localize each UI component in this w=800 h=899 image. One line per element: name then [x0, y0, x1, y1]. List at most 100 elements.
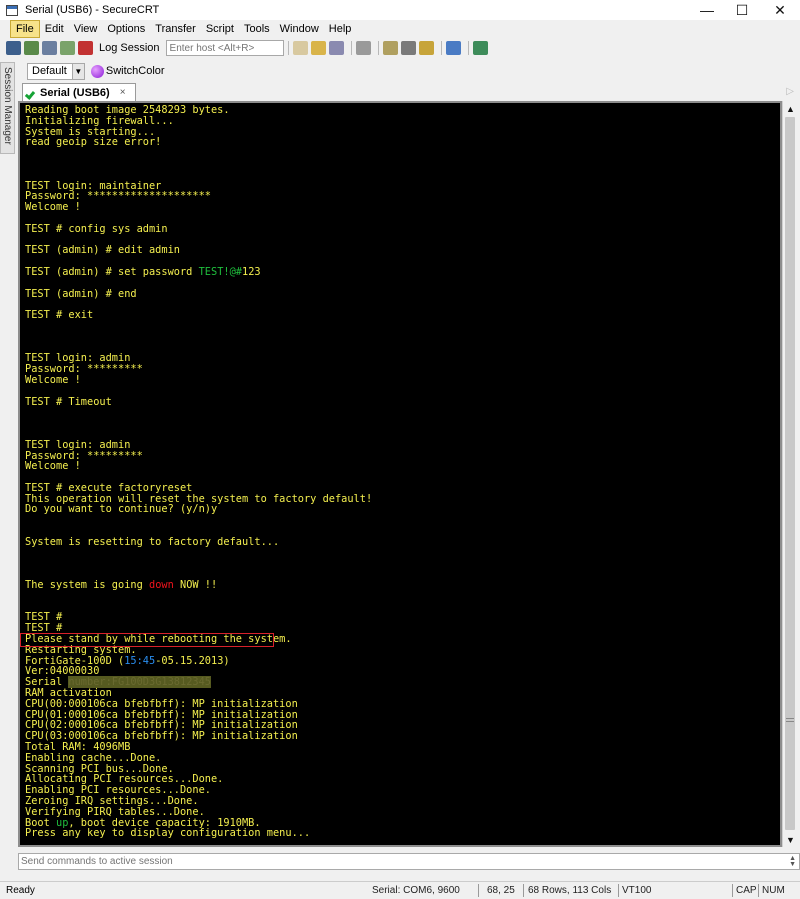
status-bar: Ready Serial: COM6, 9600 68, 25 68 Rows,…	[0, 881, 800, 899]
scroll-up-icon[interactable]: ▲	[786, 104, 795, 114]
disconnect-icon[interactable]	[78, 41, 93, 55]
session-options-icon[interactable]	[382, 41, 398, 55]
terminal-output[interactable]: Reading boot image 2548293 bytes. Initial…	[18, 101, 782, 847]
toolbar-separator	[440, 41, 442, 55]
terminal-line: The system is going down NOW !!	[25, 580, 372, 591]
status-terminal-size: 68 Rows, 113 Cols	[528, 885, 612, 896]
terminal-text: System is resetting to factory default..…	[25, 535, 280, 548]
terminal-text: Welcome !	[25, 373, 81, 386]
switch-color-button[interactable]: SwitchColor	[106, 65, 165, 77]
reconnect-icon[interactable]	[60, 41, 75, 55]
scrollbar-thumb[interactable]	[785, 117, 795, 830]
connect-icon[interactable]	[6, 41, 21, 55]
toolbar-separator	[350, 41, 352, 55]
scroll-down-icon[interactable]: ▼	[786, 835, 795, 845]
terminal-line: TEST # Timeout	[25, 395, 372, 408]
terminal-line: Press any key to display configuration m…	[25, 828, 372, 839]
terminal-text: Do you want to continue? (y/n)y	[25, 503, 218, 516]
menu-help[interactable]: Help	[324, 21, 357, 37]
window-title: Serial (USB6) - SecureCRT	[25, 4, 160, 16]
tab-scroll-icon[interactable]: ▷	[786, 86, 794, 97]
terminal-text: Welcome !	[25, 460, 81, 473]
terminal-line: TEST #	[25, 612, 372, 623]
status-separator	[758, 884, 759, 897]
terminal-lines: Reading boot image 2548293 bytes. Initial…	[25, 105, 372, 847]
status-connection: Serial: COM6, 9600	[372, 885, 460, 896]
status-num: NUM	[762, 885, 785, 896]
terminal-line: Welcome !	[25, 375, 372, 386]
session-tab-strip: Serial (USB6) × ▷	[18, 83, 800, 101]
terminal-text: 123	[242, 265, 261, 278]
terminal-line: Welcome !	[25, 461, 372, 472]
terminal-text: TEST # config sys admin	[25, 222, 168, 235]
toolbar: Log Session	[0, 38, 800, 58]
terminal-text: TEST # Timeout	[25, 395, 112, 408]
status-separator	[523, 884, 524, 897]
print-icon[interactable]	[355, 41, 371, 55]
terminal-line: TEST # config sys admin	[25, 222, 372, 235]
global-options-icon[interactable]	[400, 41, 416, 55]
terminal-text: read geoip size error!	[25, 136, 162, 149]
terminal-text: The system is going	[25, 579, 149, 592]
menu-edit[interactable]: Edit	[40, 21, 69, 37]
tab-serial-usb6[interactable]: Serial (USB6) ×	[22, 83, 136, 101]
host-input[interactable]	[165, 40, 284, 56]
command-scroll-icon[interactable]: ▲ ▼	[789, 855, 796, 868]
scrollbar-grip	[786, 718, 794, 722]
keymap-icon[interactable]	[418, 41, 434, 55]
close-button[interactable]: ✕	[762, 0, 798, 20]
terminal-text: TEST (admin) # edit admin	[25, 244, 180, 257]
tab-label: Serial (USB6)	[40, 86, 110, 99]
menu-script[interactable]: Script	[201, 21, 239, 37]
terminal-line: TEST # exit	[25, 310, 372, 321]
connected-check-icon	[26, 87, 37, 98]
status-separator	[478, 884, 479, 897]
menu-view[interactable]: View	[69, 21, 103, 37]
terminal-scrollbar[interactable]: ▲ ▼	[782, 101, 797, 847]
log-session-label[interactable]: Log Session	[99, 42, 160, 54]
button-bar-select[interactable]: Default ▼	[27, 62, 85, 80]
terminal-text: 15:45	[124, 654, 156, 667]
quick-connect-icon[interactable]	[24, 41, 39, 55]
command-window: ▲▼	[18, 853, 800, 870]
status-emulation: VT100	[622, 885, 652, 896]
terminal-text: -05.15.2013)	[155, 654, 230, 667]
chevron-down-icon[interactable]: ▼	[71, 63, 84, 79]
status-separator	[732, 884, 733, 897]
menu-options[interactable]: Options	[102, 21, 150, 37]
menu-transfer[interactable]: Transfer	[150, 21, 201, 37]
terminal-text: Press any key to display configuration m…	[25, 827, 311, 840]
toolbar-separator	[467, 41, 469, 55]
terminal-line: TEST (admin) # end	[25, 288, 372, 300]
app-icon	[6, 4, 18, 16]
find-icon[interactable]	[328, 41, 344, 55]
minimize-button[interactable]: —	[689, 0, 725, 20]
paste-icon[interactable]	[310, 41, 326, 55]
maximize-button[interactable]: ☐	[724, 0, 760, 20]
terminal-text: ......	[25, 838, 63, 847]
copy-icon[interactable]	[292, 41, 308, 55]
menu-tools[interactable]: Tools	[239, 21, 275, 37]
title-bar: Serial (USB6) - SecureCRT — ☐ ✕	[0, 0, 800, 20]
status-cursor-position: 68, 25	[487, 885, 515, 896]
command-input[interactable]	[21, 855, 781, 868]
button-bar-select-value: Default	[32, 65, 67, 77]
connect-tab-icon[interactable]	[42, 41, 57, 55]
terminal-line: Do you want to continue? (y/n)y	[25, 504, 372, 515]
help-icon[interactable]	[445, 41, 461, 55]
switch-color-icon[interactable]	[90, 64, 104, 78]
terminal-text: NOW !!	[173, 579, 218, 592]
tab-close-icon[interactable]: ×	[120, 87, 126, 98]
status-caps: CAP	[736, 885, 757, 896]
menu-file[interactable]: File	[10, 20, 40, 38]
menu-window[interactable]: Window	[275, 21, 324, 37]
sftp-icon[interactable]	[472, 41, 488, 55]
session-manager-panel[interactable]: Session Manager	[0, 62, 15, 154]
